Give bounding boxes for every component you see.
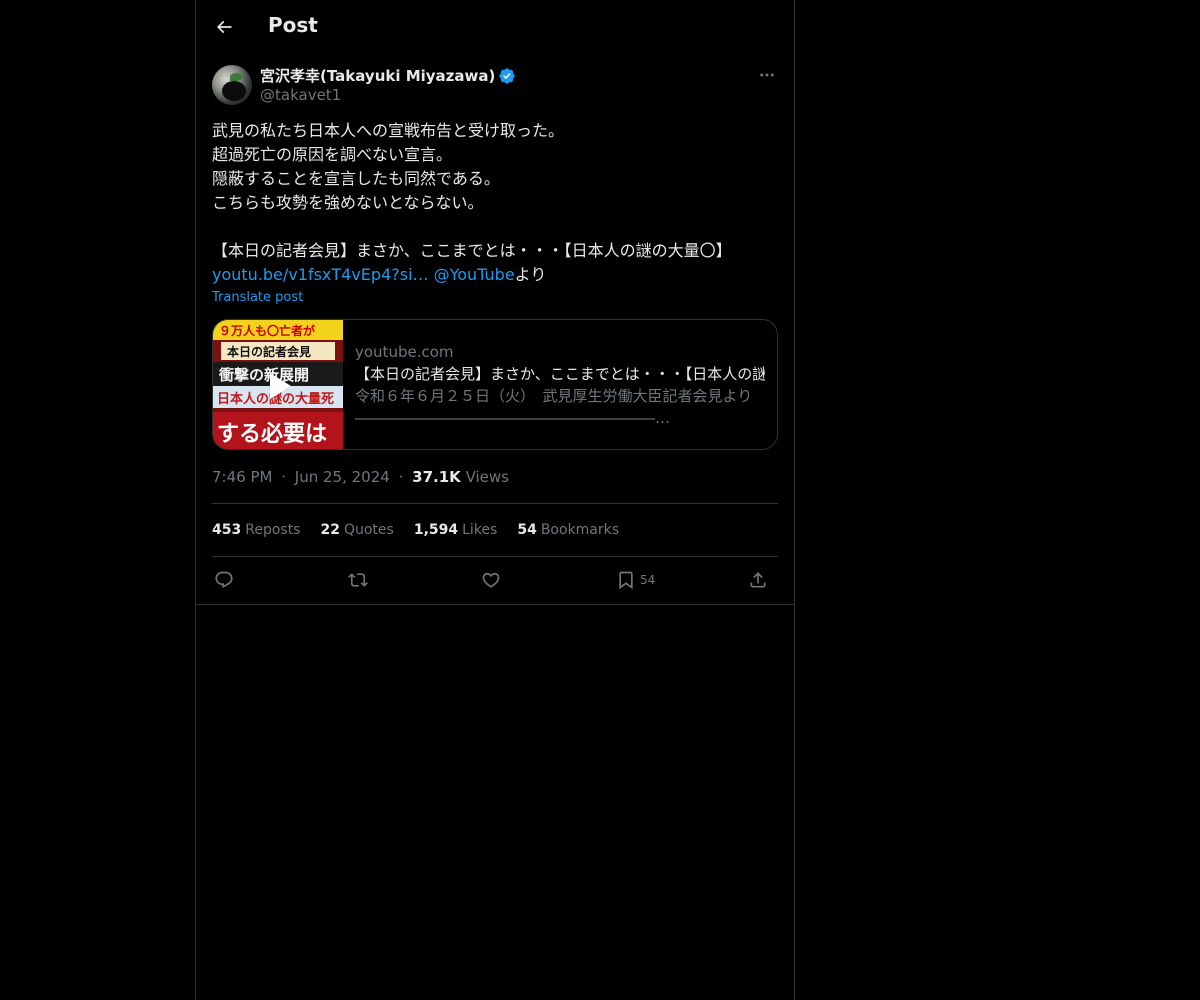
quotes-stat[interactable]: 22 Quotes bbox=[320, 520, 393, 540]
link-card[interactable]: ９万人も〇亡者が 本日の記者会見 衝撃の新展開 日本人の謎の大量死 する必要は … bbox=[212, 319, 778, 450]
engagement-stats: 453 Reposts 22 Quotes 1,594 Likes 54 Bookmar… bbox=[212, 520, 639, 540]
likes-count: 1,594 bbox=[413, 522, 459, 538]
reposts-count: 453 bbox=[212, 522, 242, 538]
likes-label: Likes bbox=[462, 522, 498, 538]
thumbnail-text: ９万人も〇亡者が bbox=[219, 324, 316, 338]
bookmarks-count: 54 bbox=[517, 522, 537, 538]
avatar-shape bbox=[222, 81, 246, 101]
reposts-label: Reposts bbox=[245, 522, 301, 538]
reply-icon bbox=[215, 571, 233, 589]
card-title: 【本日の記者会見】まさか、ここまでとは・・・【日本人の謎の大量〇】 bbox=[355, 365, 765, 383]
top-bar: Post bbox=[196, 0, 794, 53]
meta-separator: · bbox=[398, 468, 404, 486]
tweet-line: 超過死亡の原因を調べない宣言。 bbox=[212, 145, 453, 164]
post-time[interactable]: 7:46 PM bbox=[212, 468, 272, 486]
reply-button[interactable] bbox=[214, 568, 234, 592]
share-icon bbox=[750, 572, 766, 588]
divider bbox=[212, 503, 778, 504]
post-bottom-border bbox=[196, 604, 794, 605]
repost-icon bbox=[348, 573, 368, 587]
youtube-link[interactable]: youtu.be/v1fsxT4vEp4?si… bbox=[212, 265, 429, 284]
tweet-suffix: より bbox=[514, 265, 547, 284]
author-row: 宮沢孝幸(Takayuki Miyazawa) @takavet1 bbox=[212, 64, 778, 106]
views-count: 37.1K bbox=[412, 468, 461, 486]
tweet-line: こちらも攻勢を強めないとならない。 bbox=[212, 193, 484, 212]
card-domain: youtube.com bbox=[355, 343, 454, 361]
verified-badge-icon bbox=[499, 67, 516, 84]
tweet-line: 隠蔽することを宣言したも同然である。 bbox=[212, 169, 500, 188]
thumbnail-text: する必要は bbox=[217, 422, 328, 447]
back-button[interactable] bbox=[208, 11, 240, 43]
back-arrow-icon bbox=[216, 20, 232, 34]
card-text: youtube.com 【本日の記者会見】まさか、ここまでとは・・・【日本人の謎… bbox=[355, 342, 765, 429]
quotes-count: 22 bbox=[320, 522, 340, 538]
thumbnail-text: 本日の記者会見 bbox=[227, 345, 312, 359]
more-icon bbox=[760, 73, 774, 77]
views-label: Views bbox=[465, 468, 509, 486]
avatar-leaf bbox=[230, 73, 242, 81]
post-date[interactable]: Jun 25, 2024 bbox=[295, 468, 390, 486]
action-bar: 54 bbox=[212, 563, 778, 597]
translate-post-link[interactable]: Translate post bbox=[212, 290, 303, 305]
tweet-link-line: youtu.be/v1fsxT4vEp4?si… @YouTubeより bbox=[212, 263, 778, 287]
more-button[interactable] bbox=[756, 64, 778, 86]
repost-button[interactable] bbox=[348, 568, 368, 592]
divider bbox=[212, 556, 778, 557]
card-thumbnail: ９万人も〇亡者が 本日の記者会見 衝撃の新展開 日本人の謎の大量死 する必要は bbox=[213, 320, 343, 449]
card-description: 令和６年６月２５日（火） 武見厚生労働大臣記者会見より ――――――――――――… bbox=[355, 387, 753, 427]
meta-separator: · bbox=[281, 468, 287, 486]
page-title: Post bbox=[268, 13, 318, 37]
like-button[interactable] bbox=[481, 568, 501, 592]
youtube-mention[interactable]: @YouTube bbox=[434, 265, 515, 284]
share-button[interactable] bbox=[748, 568, 768, 592]
bookmarks-label: Bookmarks bbox=[540, 522, 620, 538]
tweet-line: 武見の私たち日本人への宣戦布告と受け取った。 bbox=[212, 121, 565, 140]
avatar[interactable] bbox=[212, 65, 252, 105]
reposts-stat[interactable]: 453 Reposts bbox=[212, 520, 300, 540]
post-column: Post 宮沢孝幸(Takayuki Miyazawa) @takavet1 武… bbox=[195, 0, 795, 1000]
bookmark-icon bbox=[619, 571, 633, 590]
bookmark-button[interactable]: 54 bbox=[616, 568, 655, 592]
bookmarks-stat[interactable]: 54 Bookmarks bbox=[517, 520, 619, 540]
bookmark-count: 54 bbox=[640, 573, 656, 587]
tweet-text: 武見の私たち日本人への宣戦布告と受け取った。 超過死亡の原因を調べない宣言。 隠… bbox=[212, 119, 778, 287]
likes-stat[interactable]: 1,594 Likes bbox=[414, 520, 498, 540]
like-icon bbox=[482, 572, 500, 588]
quotes-label: Quotes bbox=[343, 522, 394, 538]
play-icon[interactable] bbox=[260, 368, 296, 404]
name-line: 宮沢孝幸(Takayuki Miyazawa) bbox=[260, 65, 516, 86]
display-name[interactable]: 宮沢孝幸(Takayuki Miyazawa) bbox=[260, 65, 495, 86]
post-meta: 7:46 PM · Jun 25, 2024 · 37.1K Views bbox=[212, 467, 509, 487]
tweet-line: 【本日の記者会見】まさか、ここまでとは・・・【日本人の謎の大量〇】 bbox=[212, 241, 732, 260]
handle[interactable]: @takavet1 bbox=[260, 86, 341, 104]
